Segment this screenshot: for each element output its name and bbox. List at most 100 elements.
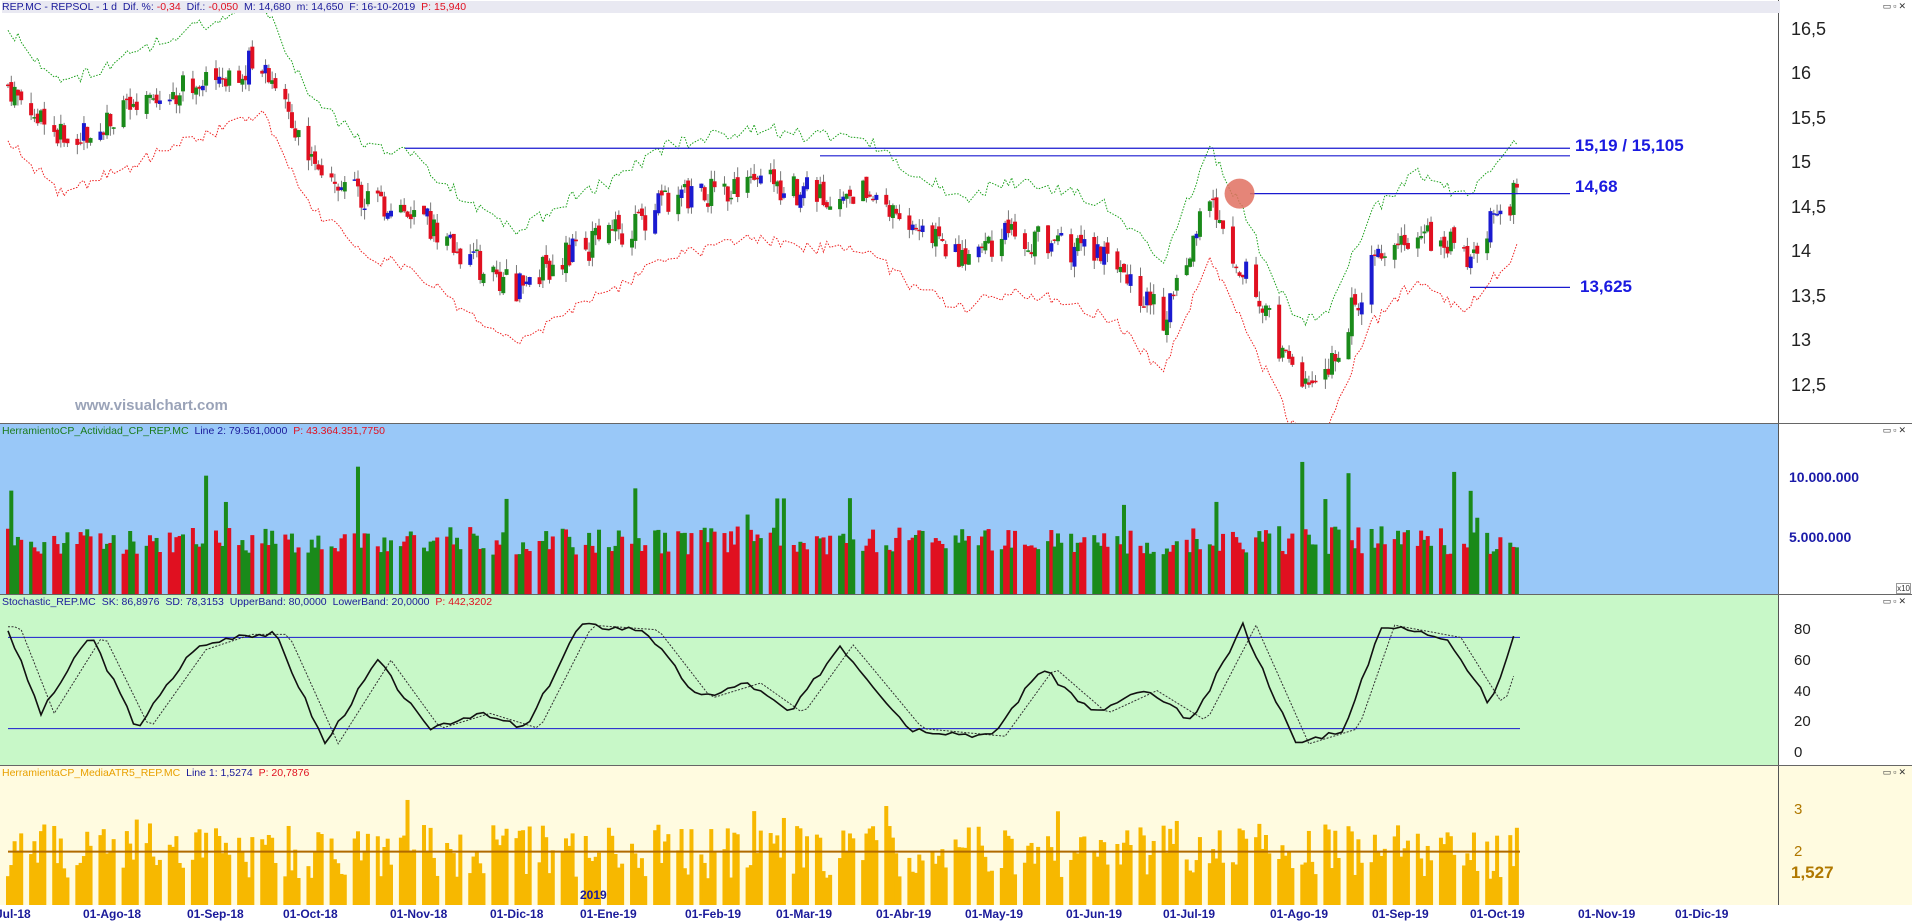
volume-bar	[19, 539, 24, 595]
x-tick: 01-Ene-19	[580, 907, 637, 921]
atr-bar	[1197, 837, 1202, 906]
volume-bar	[1336, 529, 1341, 595]
atr-bar	[1082, 836, 1087, 906]
price-y-axis[interactable]: 16,5 16 15,5 15 14,5 14 13,5 13 12,5	[1778, 0, 1912, 423]
candle-body	[821, 181, 826, 206]
candle-body	[702, 187, 707, 201]
candle-body	[468, 254, 473, 265]
volume-ytick: 10.000.000	[1789, 469, 1860, 485]
candle-body	[874, 194, 879, 200]
volume-bar	[805, 549, 810, 595]
atr-pane[interactable]: HerramientaCP_MediaATR5_REP.MC Line 1: 1…	[0, 765, 1912, 906]
candle-body	[1174, 277, 1179, 291]
volume-y-axis[interactable]: 10.000.000 5.000.000 x10	[1778, 424, 1912, 595]
year-marker: 2019	[580, 888, 607, 902]
atr-bar	[134, 819, 139, 906]
volume-bar	[1514, 547, 1519, 595]
volume-bar	[689, 533, 694, 595]
atr-bar	[180, 867, 185, 906]
candle-body	[88, 138, 93, 143]
atr-bar	[758, 830, 763, 906]
candle-body	[359, 184, 364, 208]
volume-plot[interactable]	[0, 424, 1778, 595]
price-ytick: 16	[1791, 63, 1812, 83]
candle-body	[597, 225, 602, 240]
volume-bar	[758, 538, 763, 595]
candle-body	[1105, 242, 1110, 254]
price-pane[interactable]: REP.MC - REPSOL - 1 d Dif. %: -0,34 Dif.:…	[0, 0, 1912, 423]
volume-indicator-name: HerramientoCP_Actividad_CP_REP.MC	[2, 425, 189, 437]
candle-body	[1475, 245, 1480, 254]
candle-body	[289, 112, 294, 128]
candle-body	[362, 208, 367, 211]
candle-body	[157, 100, 162, 104]
atr-bar	[943, 867, 948, 906]
candle-body	[402, 204, 407, 212]
atr-y-axis[interactable]: 3 2 1,527	[1778, 766, 1912, 906]
candle-body	[332, 181, 337, 184]
volume-header: HerramientoCP_Actividad_CP_REP.MC Line 2…	[2, 425, 388, 437]
candle-body	[1230, 226, 1235, 264]
candle-body	[1429, 221, 1434, 251]
candle-body	[1049, 243, 1054, 252]
x-tick: 01-Abr-19	[876, 907, 932, 921]
candle-body	[735, 177, 740, 197]
watermark: www.visualchart.com	[75, 397, 228, 414]
window-controls-main[interactable]: ▭▫✕	[1883, 1, 1908, 12]
candle-body	[1082, 239, 1087, 247]
x-tick: 01-Jun-19	[1066, 907, 1123, 921]
x-tick: 01-Feb-19	[685, 907, 742, 921]
candle-body	[250, 46, 255, 69]
candle-body	[1121, 263, 1126, 273]
volume-pane[interactable]: HerramientoCP_Actividad_CP_REP.MC Line 2…	[0, 423, 1912, 595]
candle-body	[458, 248, 463, 265]
stochastic-pane[interactable]: Stochastic_REP.MC SK: 86,8976 SD: 78,315…	[0, 594, 1912, 766]
volume-bar	[550, 536, 555, 595]
candle-body	[389, 210, 394, 217]
volume-bar	[597, 529, 602, 595]
atr-chart-svg	[6, 799, 1520, 906]
stochastic-y-axis[interactable]: 80 60 40 20 0	[1778, 595, 1912, 766]
window-controls-stoch[interactable]: ▭▫✕	[1883, 596, 1908, 607]
price-ytick: 12,5	[1791, 375, 1827, 395]
price-plot[interactable]	[0, 0, 1778, 423]
x-tick: 01-Jul-19	[1163, 907, 1216, 921]
candle-body	[940, 239, 945, 241]
volume-bar	[1013, 530, 1018, 595]
volume-bar	[1082, 537, 1087, 595]
x-axis[interactable]: Jul-18 01-Ago-18 01-Sep-18 01-Oct-18 01-…	[0, 905, 1912, 922]
stochastic-plot[interactable]	[0, 595, 1778, 766]
atr-bar	[273, 862, 278, 906]
atr-bar	[920, 860, 925, 906]
atr-plot[interactable]	[0, 766, 1778, 906]
atr-last-value: 1,527	[1791, 863, 1834, 882]
atr-bar	[1013, 874, 1018, 906]
level-label-2: 14,68	[1575, 177, 1618, 196]
x-tick: 01-Sep-19	[1372, 907, 1429, 921]
stoch-ytick: 0	[1794, 744, 1803, 761]
candle-body	[1026, 250, 1031, 252]
candle-body	[1392, 244, 1397, 260]
candle-body	[1128, 274, 1133, 286]
candle-body	[1214, 197, 1219, 220]
atr-bar	[1359, 862, 1364, 906]
candle-body	[12, 86, 17, 106]
x-tick: 01-Nov-19	[1578, 907, 1636, 921]
candle-body	[474, 249, 479, 252]
candle-body	[1419, 235, 1424, 239]
window-controls-volume[interactable]: ▭▫✕	[1883, 425, 1908, 436]
candle-body	[1422, 231, 1427, 234]
volume-bar	[1313, 544, 1318, 595]
candle-body	[134, 101, 139, 110]
candle-body	[147, 94, 152, 98]
volume-bar	[42, 542, 47, 595]
candle-body	[1257, 300, 1262, 307]
atr-bar	[828, 874, 833, 906]
volume-bar	[1475, 517, 1480, 595]
window-controls-atr[interactable]: ▭▫✕	[1883, 767, 1908, 778]
candle-body	[937, 226, 942, 237]
volume-bar	[1221, 533, 1226, 595]
stochastic-header: Stochastic_REP.MC SK: 86,8976 SD: 78,315…	[2, 596, 495, 608]
candle-body	[200, 85, 205, 91]
volume-bar	[1382, 544, 1387, 595]
